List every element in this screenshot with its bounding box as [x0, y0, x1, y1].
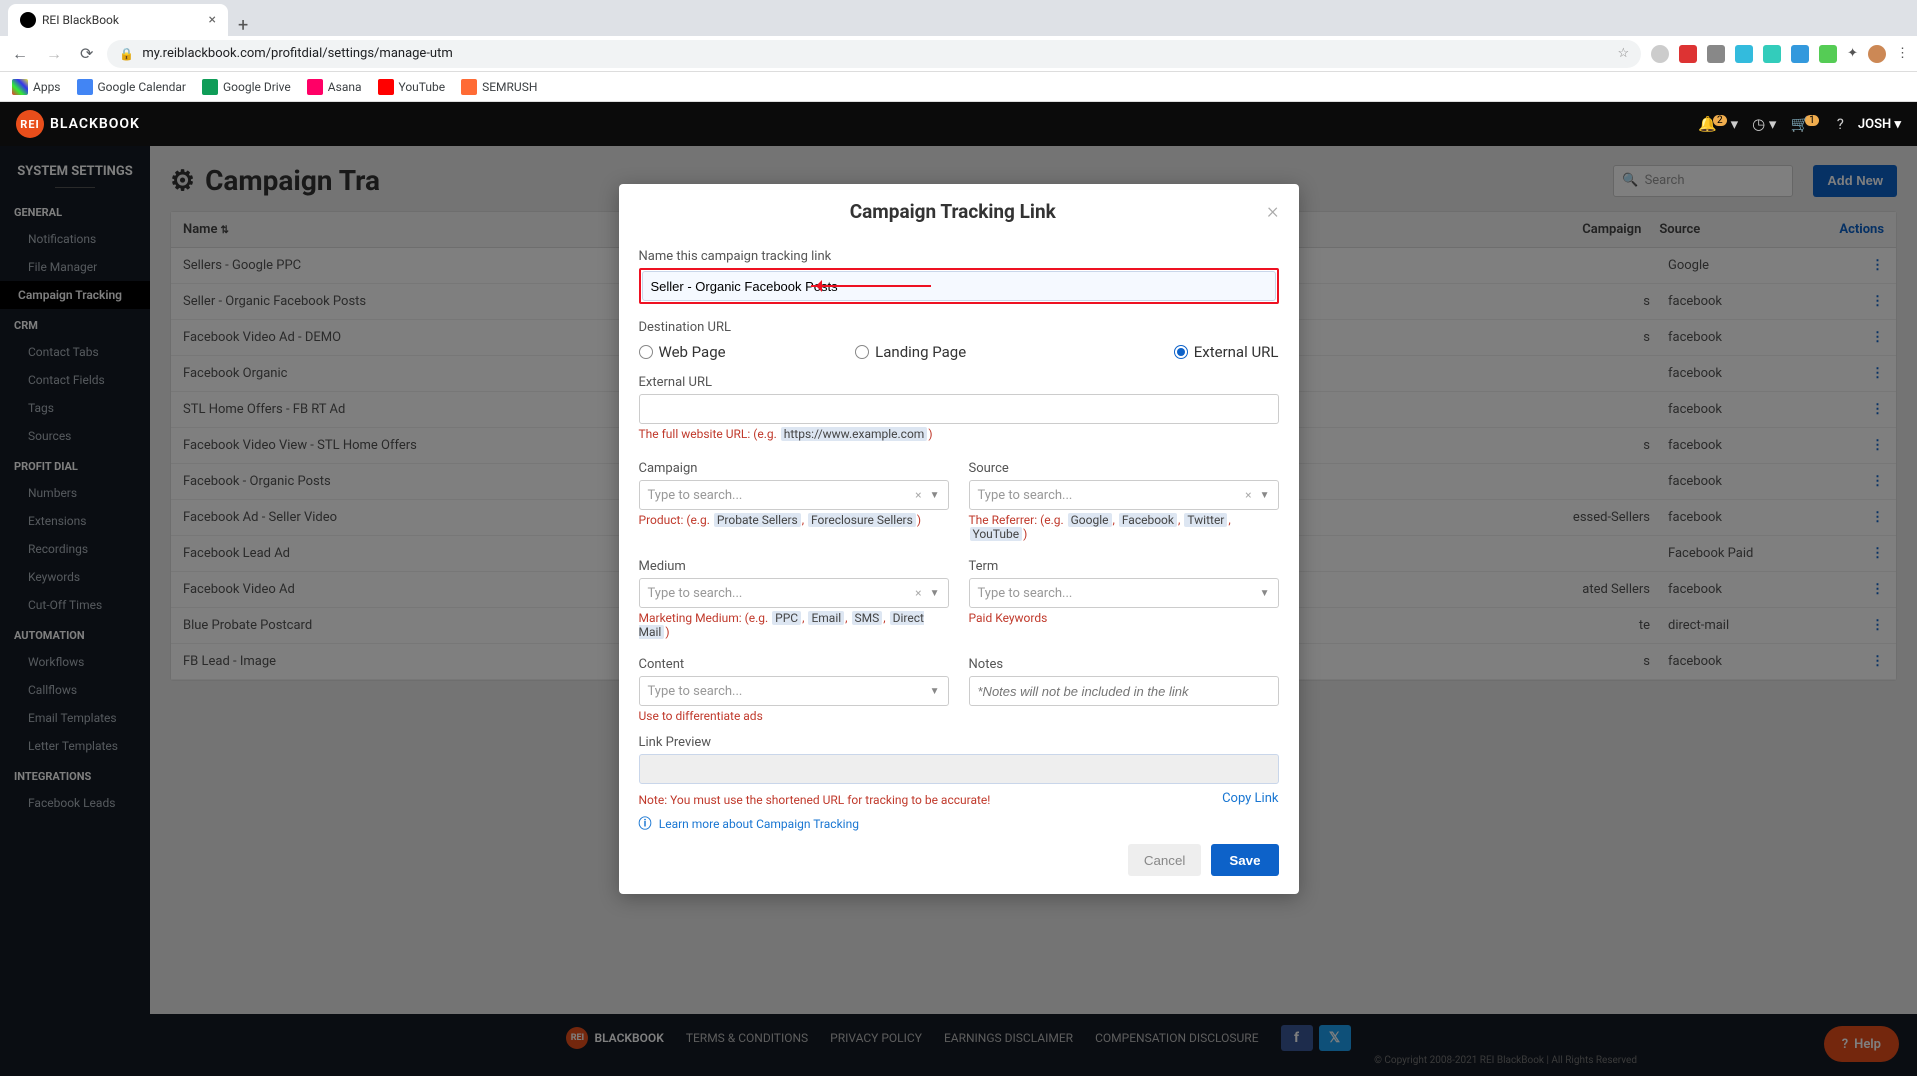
external-url-input[interactable]: [639, 394, 1279, 424]
close-icon[interactable]: ×: [1267, 201, 1279, 223]
apps-button[interactable]: Apps: [12, 79, 61, 95]
tab-bar: REI BlackBook × +: [0, 0, 1917, 36]
logo-text: BLACKBOOK: [50, 116, 140, 132]
app-header: REI BLACKBOOK 🔔2▾ ◷ ▾ 🛒1 ? JOSH ▾: [0, 102, 1917, 146]
tab-title: REI BlackBook: [42, 13, 119, 27]
radio-web-page[interactable]: Web Page: [639, 343, 846, 361]
bookmark-item[interactable]: SEMRUSH: [461, 79, 537, 95]
close-icon[interactable]: ×: [209, 12, 216, 28]
radio-external-url[interactable]: External URL: [1072, 343, 1279, 361]
clear-icon[interactable]: ×: [1245, 488, 1251, 502]
forward-icon[interactable]: →: [42, 40, 66, 68]
save-button[interactable]: Save: [1211, 844, 1278, 876]
chevron-down-icon: ▼: [1260, 588, 1270, 599]
chevron-down-icon: ▼: [930, 490, 940, 501]
star-icon[interactable]: ☆: [1617, 46, 1629, 61]
clear-icon[interactable]: ×: [915, 586, 921, 600]
clock-icon[interactable]: ◷ ▾: [1752, 115, 1776, 133]
campaign-hint: Product: (e.g. Probate Sellers, Foreclos…: [639, 513, 949, 527]
browser-tab[interactable]: REI BlackBook ×: [8, 4, 228, 36]
lock-icon: 🔒: [119, 47, 134, 61]
medium-hint: Marketing Medium: (e.g. PPC, Email, SMS,…: [639, 611, 949, 639]
ext-icon[interactable]: [1679, 45, 1697, 63]
source-label: Source: [969, 461, 1279, 476]
bookmark-item[interactable]: Google Drive: [202, 79, 291, 95]
ext-icon[interactable]: [1819, 45, 1837, 63]
radio-landing-page[interactable]: Landing Page: [855, 343, 1062, 361]
notes-label: Notes: [969, 657, 1279, 672]
chevron-down-icon: ▼: [1260, 490, 1270, 501]
content-hint: Use to differentiate ads: [639, 709, 949, 723]
help-icon[interactable]: ?: [1837, 115, 1844, 133]
arrow-annotation: [811, 285, 931, 287]
tab-favicon: [20, 12, 36, 28]
dest-label: Destination URL: [639, 320, 1279, 335]
term-hint: Paid Keywords: [969, 611, 1279, 625]
content-select[interactable]: Type to search...▼: [639, 676, 949, 706]
clear-icon[interactable]: ×: [915, 488, 921, 502]
bookmark-bar: Apps Google Calendar Google Drive Asana …: [0, 72, 1917, 102]
reload-icon[interactable]: ⟳: [76, 40, 97, 67]
modal-title: Campaign Tracking Link: [639, 200, 1267, 223]
menu-icon[interactable]: ⋮: [1896, 46, 1909, 61]
ext-icon[interactable]: [1707, 45, 1725, 63]
medium-select[interactable]: Type to search...×▼: [639, 578, 949, 608]
bell-icon[interactable]: 🔔2▾: [1698, 115, 1738, 133]
ext-icon[interactable]: [1735, 45, 1753, 63]
puzzle-icon[interactable]: ✦: [1847, 46, 1858, 61]
term-select[interactable]: Type to search...▼: [969, 578, 1279, 608]
source-select[interactable]: Type to search...×▼: [969, 480, 1279, 510]
bookmark-item[interactable]: Asana: [307, 79, 362, 95]
cart-icon[interactable]: 🛒1: [1790, 115, 1822, 133]
content-label: Content: [639, 657, 949, 672]
browser-chrome: REI BlackBook × + ← → ⟳ 🔒 my.reiblackboo…: [0, 0, 1917, 102]
cancel-button[interactable]: Cancel: [1128, 844, 1202, 876]
bookmark-item[interactable]: YouTube: [378, 79, 446, 95]
name-label: Name this campaign tracking link: [639, 249, 1279, 264]
ext-icon[interactable]: [1791, 45, 1809, 63]
avatar-icon[interactable]: [1868, 45, 1886, 63]
highlight-annotation: [639, 268, 1279, 304]
back-icon[interactable]: ←: [8, 40, 32, 68]
chevron-down-icon: ▼: [930, 588, 940, 599]
chevron-down-icon: ▼: [930, 686, 940, 697]
url-text: my.reiblackbook.com/profitdial/settings/…: [142, 46, 452, 61]
logo-badge: REI: [16, 110, 44, 138]
ext-icon[interactable]: [1763, 45, 1781, 63]
campaign-select[interactable]: Type to search...×▼: [639, 480, 949, 510]
medium-label: Medium: [639, 559, 949, 574]
modal-overlay: Campaign Tracking Link × Name this campa…: [0, 146, 1917, 1076]
copy-link[interactable]: Copy Link: [1222, 791, 1278, 806]
info-icon: ⓘ: [639, 817, 652, 832]
preview-label: Link Preview: [639, 735, 1279, 750]
name-input[interactable]: [642, 271, 1276, 301]
source-hint: The Referrer: (e.g. Google, Facebook, Tw…: [969, 513, 1279, 541]
notes-input[interactable]: [969, 676, 1279, 706]
preview-input: [639, 754, 1279, 784]
header-right: 🔔2▾ ◷ ▾ 🛒1 ? JOSH ▾: [1698, 115, 1901, 133]
extension-icons: ✦ ⋮: [1651, 45, 1909, 63]
url-field[interactable]: 🔒 my.reiblackbook.com/profitdial/setting…: [107, 40, 1641, 68]
new-tab-button[interactable]: +: [228, 15, 258, 36]
campaign-tracking-modal: Campaign Tracking Link × Name this campa…: [619, 184, 1299, 894]
exturl-hint: The full website URL: (e.g. https://www.…: [639, 427, 1279, 441]
exturl-label: External URL: [639, 375, 1279, 390]
logo[interactable]: REI BLACKBOOK: [16, 110, 140, 138]
preview-hint: Note: You must use the shortened URL for…: [639, 793, 991, 807]
address-bar: ← → ⟳ 🔒 my.reiblackbook.com/profitdial/s…: [0, 36, 1917, 72]
user-menu[interactable]: JOSH ▾: [1858, 117, 1901, 132]
term-label: Term: [969, 559, 1279, 574]
destination-radios: Web Page Landing Page External URL: [639, 343, 1279, 361]
learn-more-link[interactable]: Learn more about Campaign Tracking: [659, 817, 859, 831]
campaign-label: Campaign: [639, 461, 949, 476]
bookmark-item[interactable]: Google Calendar: [77, 79, 186, 95]
ext-icon[interactable]: [1651, 45, 1669, 63]
